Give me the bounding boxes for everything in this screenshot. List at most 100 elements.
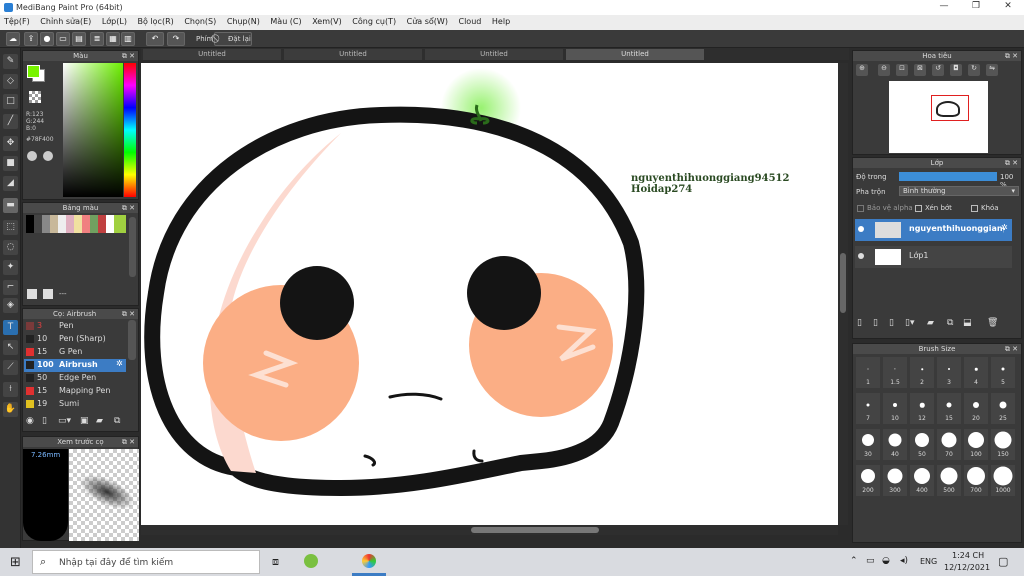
undo-icon[interactable]: ↶ (146, 32, 164, 46)
operation-tool-icon[interactable]: ↖ (3, 340, 18, 355)
layer-item-text[interactable]: nguyenthihuonggiang94512 ✲ (855, 219, 1012, 241)
brush-size-option[interactable]: 15 (936, 392, 962, 425)
clipping-checkbox[interactable] (915, 205, 922, 212)
hscroll-thumb[interactable] (471, 527, 599, 533)
gradient-tool-icon[interactable]: ▬ (3, 198, 18, 213)
add-palette-icon[interactable] (27, 289, 37, 299)
panel-close-icon[interactable]: ⧉ ✕ (122, 51, 135, 61)
brush-size-option[interactable]: 100 (963, 428, 989, 461)
magic-wand-icon[interactable]: ✦ (3, 260, 18, 275)
brush-size-option[interactable]: 4 (963, 356, 989, 389)
bucket-tool-icon[interactable]: ◢ (3, 176, 18, 191)
brush-item[interactable]: 50 Edge Pen (24, 372, 126, 385)
eyedropper-icon[interactable]: ⟊ (3, 382, 18, 397)
foreground-color-swatch[interactable] (27, 65, 40, 78)
select-tool-icon[interactable]: ⬚ (3, 220, 18, 235)
brush-size-option[interactable]: 50 (909, 428, 935, 461)
text-tool-icon[interactable]: T (3, 320, 18, 335)
tab-untitled-active[interactable]: Untitled (566, 49, 704, 60)
upload-icon[interactable]: ⇪ (24, 32, 38, 46)
list-icon[interactable]: ≣ (90, 32, 104, 46)
brush-size-option[interactable]: 40 (882, 428, 908, 461)
close-button[interactable]: ✕ (994, 1, 1022, 14)
new-brush-icon[interactable]: ▯ (42, 416, 47, 426)
taskbar-search[interactable]: ⌕ Nhập tại đây để tìm kiếm (32, 550, 260, 574)
vscroll-thumb[interactable] (840, 253, 846, 313)
brush-item[interactable]: 15 G Pen (24, 346, 126, 359)
color-wheel-icon[interactable] (27, 151, 37, 161)
gear-icon[interactable]: ✲ (1001, 223, 1008, 232)
brush-size-option[interactable]: 7 (855, 392, 881, 425)
protect-alpha-checkbox[interactable] (857, 205, 864, 212)
brush-size-option[interactable]: 1 (855, 356, 881, 389)
brush-tool-icon[interactable]: ✎ (3, 54, 18, 69)
menu-tools[interactable]: Công cụ(T) (348, 15, 400, 26)
drawing-canvas[interactable]: nguyenthihuonggiang94512 Hoidap274 (141, 63, 838, 525)
menu-select[interactable]: Chọn(S) (180, 15, 220, 26)
lasso-tool-icon[interactable]: ◌ (3, 240, 18, 255)
brush-size-option[interactable]: 300 (882, 464, 908, 497)
pen-tool-icon[interactable]: ╱ (3, 114, 18, 129)
layout-icon[interactable]: ▥ (121, 32, 135, 46)
shape-tool-icon[interactable]: ■ (3, 156, 18, 171)
gear-icon[interactable]: ✲ (116, 359, 123, 368)
menu-snap[interactable]: Chụp(N) (223, 15, 264, 26)
minimize-button[interactable]: — (930, 1, 958, 14)
reset-view-icon[interactable]: ◘ (950, 64, 962, 76)
eraser-tool-icon[interactable]: ◇ (3, 74, 18, 89)
merge-layer-icon[interactable]: ⬓ (963, 318, 972, 328)
brush-size-option[interactable]: 12 (909, 392, 935, 425)
delete-palette-icon[interactable] (43, 289, 53, 299)
doc-icon[interactable]: ▤ (72, 32, 86, 46)
brush-size-option[interactable]: 25 (990, 392, 1016, 425)
menu-layer[interactable]: Lớp(L) (98, 15, 131, 26)
brush-menu-icon[interactable]: ▭▾ (58, 416, 71, 426)
menu-color[interactable]: Màu (C) (266, 15, 305, 26)
brush-size-option[interactable]: 30 (855, 428, 881, 461)
windows-start-icon[interactable]: ⊞ (10, 555, 21, 570)
grid-icon[interactable]: ▦ (106, 32, 120, 46)
layer-menu-icon[interactable]: ▯▾ (905, 318, 914, 328)
brush-size-option[interactable]: 1.5 (882, 356, 908, 389)
comment-icon[interactable]: ● (40, 32, 54, 46)
panel-close-icon[interactable]: ⧉ ✕ (1005, 158, 1018, 168)
brush-size-option[interactable]: 2 (909, 356, 935, 389)
cloud-icon[interactable]: ☁ (6, 32, 20, 46)
navigator-thumbnail[interactable] (889, 81, 988, 153)
brush-scrollbar[interactable] (128, 320, 136, 360)
brush-size-option[interactable]: 400 (909, 464, 935, 497)
brush-duplicate-icon[interactable]: ⧉ (114, 416, 120, 426)
zoom-in-icon[interactable]: ⊕ (856, 64, 868, 76)
clock-date[interactable]: 12/12/2021 (944, 563, 990, 572)
horizontal-scrollbar[interactable] (141, 525, 838, 535)
vertical-scrollbar[interactable] (838, 63, 848, 525)
layer-item[interactable]: Lớp1 (855, 246, 1012, 268)
rotate-left-icon[interactable]: ↺ (932, 64, 944, 76)
palette-swatches[interactable] (26, 215, 126, 233)
task-view-icon[interactable]: ⧈ (272, 555, 279, 569)
visibility-icon[interactable] (858, 253, 864, 259)
brush-item[interactable]: 10 Pen (Sharp) (24, 333, 126, 346)
menu-edit[interactable]: Chỉnh sửa(E) (36, 15, 95, 26)
menu-help[interactable]: Help (488, 15, 514, 26)
visibility-icon[interactable] (858, 226, 864, 232)
menu-cloud[interactable]: Cloud (455, 15, 486, 26)
brush-size-option[interactable]: 5 (990, 356, 1016, 389)
reset-button[interactable]: ⃠ Đặt lại (214, 32, 252, 46)
lock-checkbox[interactable] (971, 205, 978, 212)
brush-item[interactable]: 19 Sumi (24, 398, 126, 411)
hue-slider[interactable] (124, 63, 136, 197)
brush-size-option[interactable]: 500 (936, 464, 962, 497)
palette-scrollbar[interactable] (129, 217, 136, 277)
select-eraser-icon[interactable]: ◈ (3, 298, 18, 313)
hand-tool-icon[interactable]: ✋ (3, 402, 18, 417)
medibang-taskbar-icon[interactable] (304, 554, 318, 568)
panel-close-icon[interactable]: ⧉ ✕ (122, 203, 135, 213)
color-settings-icon[interactable] (43, 151, 53, 161)
divide-tool-icon[interactable]: ⟋ (3, 360, 18, 375)
brush-add-icon[interactable]: ◉ (26, 416, 34, 426)
language-indicator[interactable]: ENG (920, 557, 937, 566)
new-layer-icon[interactable]: ▯ (857, 318, 862, 328)
new-file-icon[interactable]: ▭ (56, 32, 70, 46)
panel-close-icon[interactable]: ⧉ ✕ (122, 437, 135, 447)
